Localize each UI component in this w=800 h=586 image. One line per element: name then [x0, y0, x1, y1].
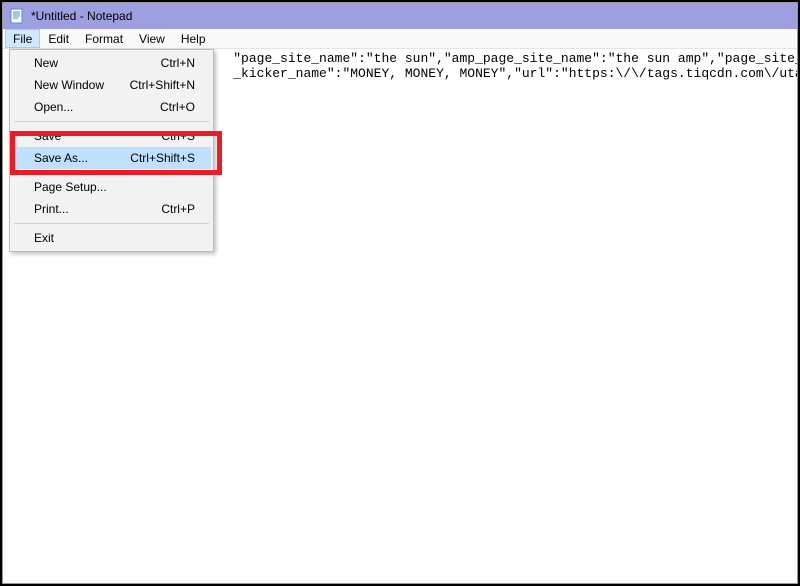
file-menu-save[interactable]: Save Ctrl+S [12, 125, 211, 147]
file-menu-save-as[interactable]: Save As... Ctrl+Shift+S [12, 147, 211, 169]
menu-separator [14, 172, 209, 173]
menu-item-label: Page Setup... [34, 180, 107, 194]
menu-separator [14, 223, 209, 224]
menu-item-shortcut: Ctrl+P [161, 202, 195, 216]
menu-item-shortcut: Ctrl+Shift+N [130, 78, 195, 92]
menu-item-shortcut: Ctrl+N [161, 56, 195, 70]
file-menu-dropdown: New Ctrl+N New Window Ctrl+Shift+N Open... Ct… [9, 49, 214, 252]
menu-item-label: New Window [34, 78, 104, 92]
menu-item-label: Print... [34, 202, 69, 216]
menu-item-shortcut: Ctrl+O [160, 100, 195, 114]
menu-edit[interactable]: Edit [40, 29, 77, 48]
file-menu-exit[interactable]: Exit [12, 227, 211, 249]
menu-item-label: Exit [34, 231, 54, 245]
menu-item-label: Save As... [34, 151, 88, 165]
window-title: *Untitled - Notepad [31, 9, 132, 23]
menu-file[interactable]: File [5, 29, 40, 48]
menubar: File Edit Format View Help [3, 29, 797, 49]
menu-help[interactable]: Help [173, 29, 214, 48]
menu-format[interactable]: Format [77, 29, 131, 48]
menu-view[interactable]: View [131, 29, 173, 48]
file-menu-new-window[interactable]: New Window Ctrl+Shift+N [12, 74, 211, 96]
menu-item-label: Open... [34, 100, 73, 114]
file-menu-open[interactable]: Open... Ctrl+O [12, 96, 211, 118]
notepad-app-icon [9, 8, 25, 24]
file-menu-page-setup[interactable]: Page Setup... [12, 176, 211, 198]
menu-item-label: Save [34, 129, 61, 143]
notepad-window: *Untitled - Notepad File Edit Format Vie… [2, 2, 798, 584]
titlebar[interactable]: *Untitled - Notepad [3, 3, 797, 29]
menu-separator [14, 121, 209, 122]
menu-item-shortcut: Ctrl+S [161, 129, 195, 143]
file-menu-print[interactable]: Print... Ctrl+P [12, 198, 211, 220]
menu-item-label: New [34, 56, 58, 70]
file-menu-new[interactable]: New Ctrl+N [12, 52, 211, 74]
menu-item-shortcut: Ctrl+Shift+S [130, 151, 195, 165]
